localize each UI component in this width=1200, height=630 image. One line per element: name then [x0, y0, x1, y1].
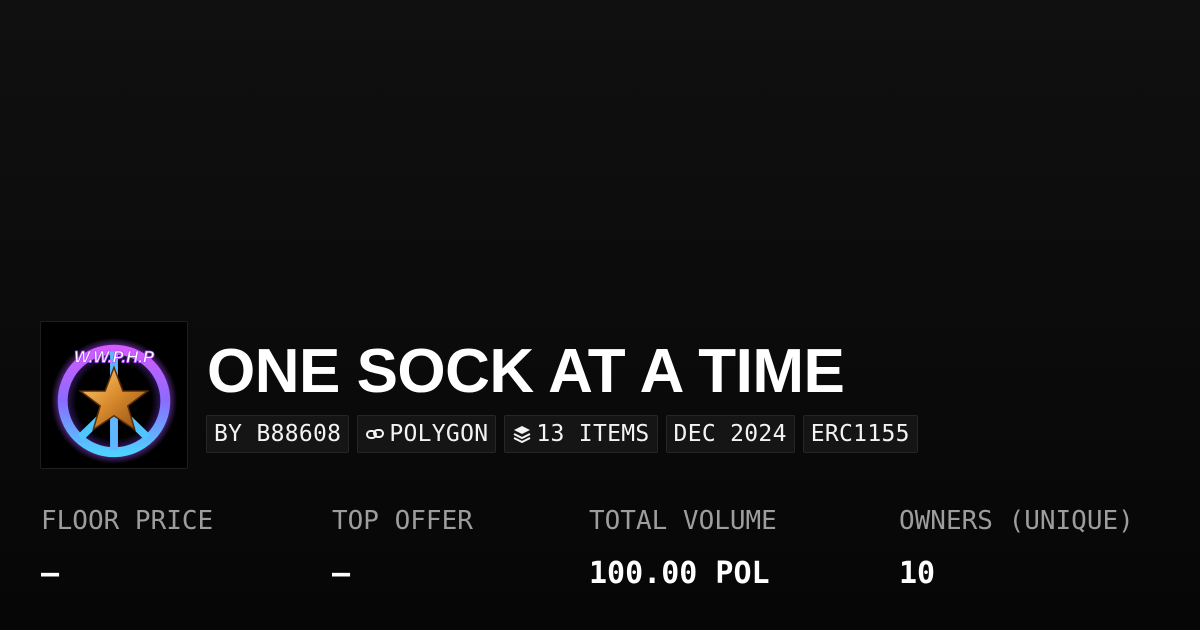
- date-label: DEC 2024: [673, 421, 787, 447]
- date-chip: DEC 2024: [665, 415, 795, 453]
- items-chip[interactable]: 13 ITEMS: [504, 415, 658, 453]
- collection-meta-chips: BY B88608 POLYGON 13 ITEMS DEC 2024 ERC1…: [206, 415, 918, 453]
- layers-icon: [513, 426, 531, 444]
- chain-chip[interactable]: POLYGON: [357, 415, 497, 453]
- top-offer-label: TOP OFFER: [332, 506, 473, 536]
- peace-star-logo-icon: W.W.P.H.P: [50, 337, 178, 465]
- standard-label: ERC1155: [810, 421, 910, 447]
- floor-price-label: FLOOR PRICE: [41, 506, 214, 536]
- items-label: 13 ITEMS: [536, 421, 650, 447]
- total-volume-label: TOTAL VOLUME: [589, 506, 777, 536]
- collection-logo: W.W.P.H.P: [40, 321, 188, 469]
- floor-price-value: –: [41, 556, 60, 591]
- creator-label: BY B88608: [214, 421, 342, 447]
- stat-total-volume: TOTAL VOLUME 100.00 POL: [589, 505, 777, 591]
- top-offer-value: –: [332, 556, 351, 591]
- chain-label: POLYGON: [389, 421, 489, 447]
- stat-top-offer: TOP OFFER –: [332, 505, 473, 591]
- owners-value: 10: [899, 556, 936, 591]
- creator-chip[interactable]: BY B88608: [206, 415, 350, 453]
- logo-text: W.W.P.H.P: [74, 347, 155, 366]
- stat-owners: OWNERS (UNIQUE) 10: [899, 505, 1134, 591]
- collection-title: ONE SOCK AT A TIME: [207, 337, 845, 406]
- owners-label: OWNERS (UNIQUE): [899, 506, 1134, 536]
- stat-floor-price: FLOOR PRICE –: [41, 505, 213, 591]
- standard-chip: ERC1155: [802, 415, 918, 453]
- link-icon: [366, 429, 385, 439]
- total-volume-value: 100.00 POL: [589, 556, 770, 591]
